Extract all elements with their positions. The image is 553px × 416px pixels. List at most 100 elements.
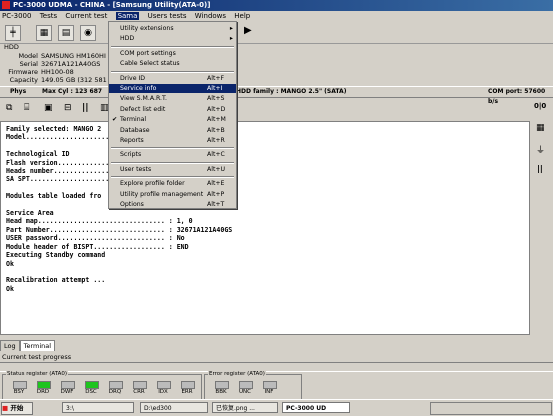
menu-item-terminal[interactable]: ✔ Terminal Alt+M [109, 115, 236, 124]
menu-item-shortcut: Alt+C [207, 151, 225, 159]
menu-current-test[interactable]: Current test [65, 12, 107, 20]
start-button[interactable]: ■ 开始 [1, 402, 33, 415]
menu-item-com-port-settings[interactable]: COM port settings [109, 49, 236, 58]
terminal-line: Ok [6, 259, 14, 268]
menu-item-utility-extensions[interactable]: Utility extensions ▸ [109, 24, 236, 33]
title-bar: PC-3000 UDMA - CHINA - [Samsung Utility(… [0, 0, 553, 11]
capacity-label: Capacity [9, 76, 38, 84]
menu-item-label: View S.M.A.R.T. [120, 95, 167, 103]
menu-item-shortcut: Alt+U [207, 165, 226, 173]
menu-item-shortcut: Alt+M [207, 116, 226, 124]
disk-icon[interactable]: ◉ [80, 25, 96, 41]
taskbar-item-active[interactable]: PC-3000 UD [282, 402, 350, 413]
terminal-line: Service Area [6, 209, 54, 218]
led-bbk [215, 381, 229, 389]
menu-item-reports[interactable]: Reports Alt+R [109, 136, 236, 145]
menu-item-label: Scripts [120, 151, 142, 159]
menu-separator [111, 147, 234, 150]
terminal-line: Part Number.............................… [6, 225, 233, 234]
led-label: UNC [239, 389, 251, 395]
menu-item-user-tests[interactable]: User tests Alt+U [109, 165, 236, 174]
menu-users-tests[interactable]: Users tests [148, 12, 187, 20]
led-label: INF [264, 389, 274, 395]
taskbar-item[interactable]: D:\ed300 [140, 402, 208, 413]
copy-icon[interactable]: ⧉ [6, 103, 12, 113]
menu-item-label: Defect list edit [120, 105, 166, 113]
menu-item-utility-profile-management[interactable]: Utility profile management Alt+P [109, 190, 236, 199]
tab-log[interactable]: Log [0, 340, 20, 351]
menu-item-label: Utility extensions [120, 25, 174, 32]
led-unc [239, 381, 253, 389]
menu-item-options[interactable]: Options Alt+T [109, 200, 236, 209]
menu-item-service-info[interactable]: Service info Alt+I [109, 84, 236, 94]
terminal-line: Executing Standby command [6, 251, 106, 260]
menu-separator [111, 70, 234, 73]
taskbar: ■ 开始 3:\ D:\ed300 已恢复.png ... PC-3000 UD [0, 399, 553, 416]
menu-item-label: Service info [120, 85, 157, 92]
app-icon [2, 1, 10, 9]
led-label: ERR [181, 389, 193, 395]
serial-value: 32671A121A40GS [41, 60, 101, 68]
led-drq [109, 381, 123, 389]
status-register-box: Status register (ATA0) BSY DRD DWF DSC DRQ CR… [2, 371, 202, 400]
menu-help[interactable]: Help [234, 12, 250, 20]
terminal-line: USER password...........................… [6, 234, 185, 243]
led-label: DSC [85, 389, 97, 395]
right-tool-pane: 0|0 ▦ ⏚ || [531, 98, 553, 338]
open-icon[interactable]: ⌸ [24, 103, 29, 113]
menu-separator [111, 176, 234, 179]
taskbar-item[interactable]: 3:\ [62, 402, 134, 413]
save-icon[interactable]: ▣ [44, 103, 53, 113]
taskbar-item[interactable]: 已恢复.png ... [212, 402, 278, 413]
clear-icon[interactable]: ⊟ [64, 103, 72, 113]
system-tray [430, 402, 552, 415]
chip-icon[interactable]: ▦ [36, 25, 52, 41]
tab-terminal[interactable]: Terminal [19, 340, 56, 351]
led-crr [133, 381, 147, 389]
terminal-line: Head map................................… [6, 217, 193, 226]
led-label: DRQ [108, 389, 122, 395]
menu-item-shortcut: Alt+F [207, 74, 225, 82]
chip-icon-side[interactable]: ▦ [536, 123, 545, 133]
menu-item-view-s-m-a-r-t[interactable]: View S.M.A.R.T. Alt+S [109, 94, 236, 103]
windows-logo-icon: ■ [2, 404, 9, 412]
menu-item-label: Utility profile management [120, 190, 204, 198]
menu-item-shortcut: Alt+B [207, 126, 225, 134]
menu-item-database[interactable]: Database Alt+B [109, 126, 236, 135]
menu-item-cable-select-status[interactable]: Cable Select status [109, 59, 236, 68]
menu-pc3000[interactable]: PC-3000 [2, 12, 31, 20]
menu-tests[interactable]: Tests [40, 12, 57, 20]
menu-item-hdd[interactable]: HDD ▸ [109, 34, 236, 43]
menu-windows[interactable]: Windows [195, 12, 226, 20]
connect-icon[interactable]: ╪ [5, 25, 21, 41]
terminal-line: Family selected: MANGO 2 [6, 125, 102, 133]
menu-item-drive-id[interactable]: Drive ID Alt+F [109, 74, 236, 83]
submenu-arrow-icon: ▸ [229, 35, 233, 43]
led-drd [37, 381, 51, 389]
led-err [181, 381, 195, 389]
menu-item-defect-list-edit[interactable]: Defect list edit Alt+D [109, 105, 236, 114]
pause-icon-side[interactable]: || [537, 164, 543, 173]
terminal-line: Model..................... [6, 133, 110, 142]
hdd-group-title: HDD [4, 43, 19, 51]
led-label: DRD [36, 389, 50, 395]
led-dwf [61, 381, 75, 389]
terminal-line: Recalibration attempt ... [6, 276, 106, 285]
play-icon[interactable]: ▶ [244, 25, 252, 36]
menu-item-label: Reports [120, 137, 144, 144]
terminal-toolbar: ⧉ ⌸ ▣ ⊟ || ▥ [0, 98, 530, 120]
terminal-output[interactable]: Family selected: MANGO 2 Model...........… [0, 121, 530, 335]
menu-separator [111, 45, 234, 48]
menu-item-explore-profile-folder[interactable]: Explore profile folder Alt+E [109, 179, 236, 188]
model-value: SAMSUNG HM160HI [41, 52, 106, 60]
firmware-label: Firmware [8, 68, 38, 76]
menu-samsung[interactable]: Sama [115, 12, 140, 20]
pause-icon[interactable]: || [82, 103, 89, 113]
menu-item-scripts[interactable]: Scripts Alt+C [109, 150, 236, 159]
menu-item-shortcut: Alt+I [207, 85, 223, 92]
menu-separator [111, 161, 234, 164]
drive-icon[interactable]: ▤ [58, 25, 74, 41]
power-icon[interactable]: ⏚ [536, 143, 545, 156]
